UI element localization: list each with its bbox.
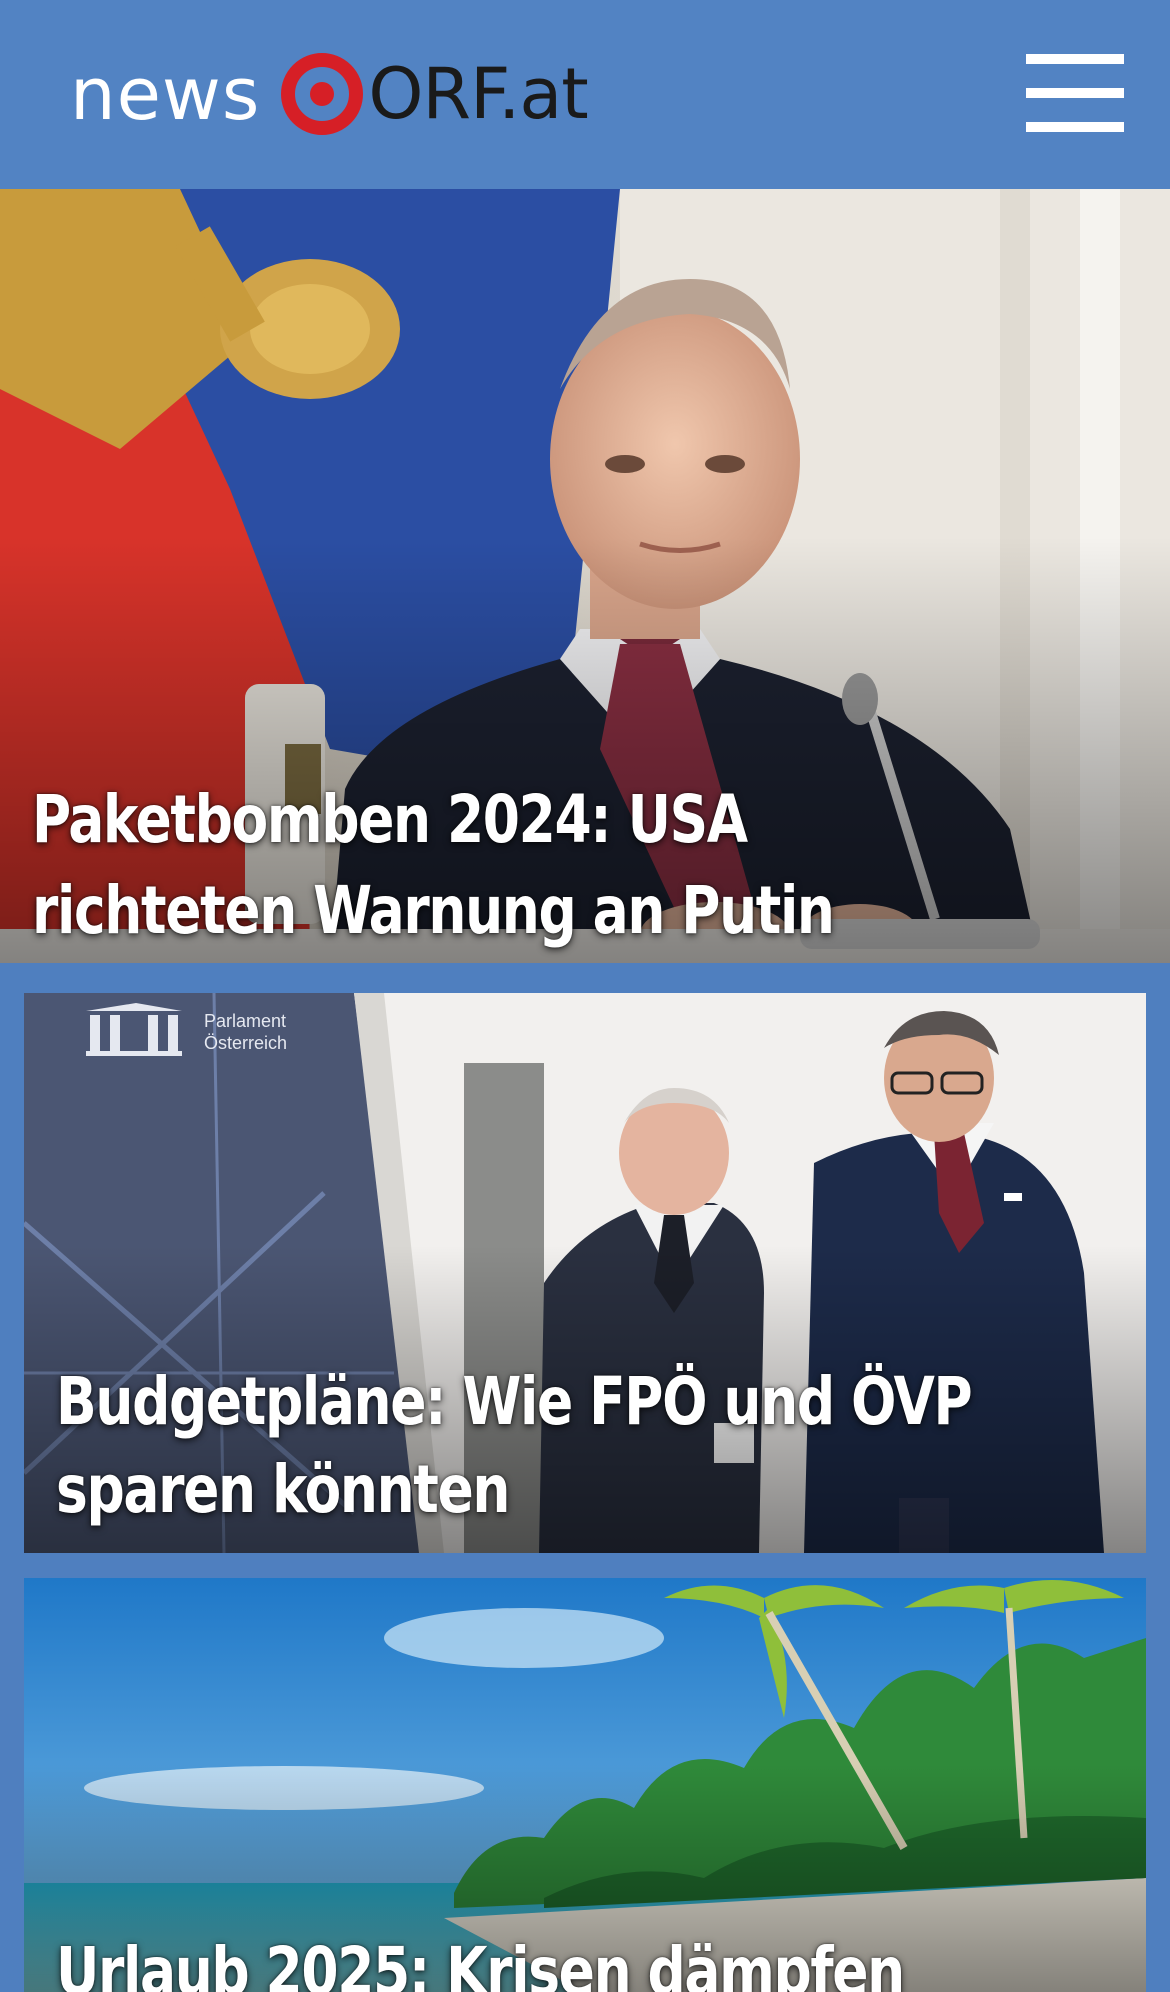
menu-button[interactable] xyxy=(1026,50,1124,136)
story-headline[interactable]: Budgetpläne: Wie FPÖ und ÖVP sparen könn… xyxy=(56,1358,1064,1534)
parliament-text-line2: Österreich xyxy=(204,1033,287,1053)
logo-news-text: news xyxy=(70,52,261,136)
parliament-text-line1: Parlament xyxy=(204,1011,286,1031)
orf-eye-logo-icon xyxy=(281,53,364,135)
story-headline[interactable]: Paketbomben 2024: USA richteten Warnung … xyxy=(32,774,1022,956)
story-card[interactable]: Urlaub 2025: Krisen dämpfen xyxy=(24,1578,1146,1992)
news-orf-logo[interactable]: news ORF.at xyxy=(70,46,589,142)
app-header: news ORF.at xyxy=(0,0,1170,189)
story-card[interactable]: Parlament Österreich Budgetpläne: Wie FP… xyxy=(24,993,1146,1553)
story-headline[interactable]: Urlaub 2025: Krisen dämpfen xyxy=(56,1928,1064,1992)
story-card-top[interactable]: Paketbomben 2024: USA richteten Warnung … xyxy=(0,189,1170,963)
hamburger-menu-icon xyxy=(1026,88,1124,98)
logo-orf-text: ORF.at xyxy=(368,53,588,135)
hamburger-menu-icon xyxy=(1026,122,1124,132)
hamburger-menu-icon xyxy=(1026,54,1124,64)
